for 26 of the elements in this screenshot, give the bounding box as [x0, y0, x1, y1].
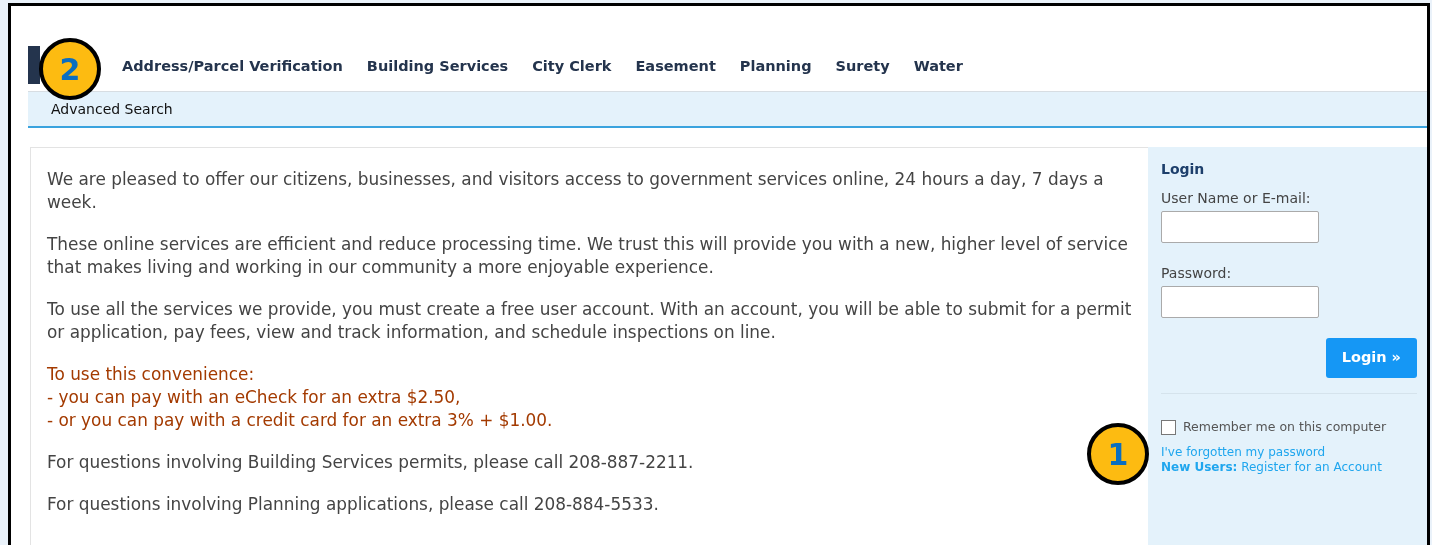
- paragraph: To use all the services we provide, you must create a free user account. With an account, you will be able to submit for a permit or application, pay fees, view and track information, and schedule inspections on line.: [47, 298, 1132, 344]
- input-field[interactable]: [1161, 211, 1319, 243]
- field-label: User Name or E-mail:: [1161, 189, 1312, 208]
- notice-line: - you can pay with an eCheck for an extra $2.50,: [47, 386, 462, 409]
- subnav-link[interactable]: Advanced Search: [51, 98, 173, 120]
- paragraph: These online services are efficient and reduce processing time. We trust this will provide you with a new, higher level of service that makes living and working in our community a more enjoyable experience.: [47, 233, 1129, 279]
- paragraph: We are pleased to offer our citizens, businesses, and visitors access to government services online, 24 hours a day, 7 days a week.: [47, 168, 1105, 214]
- nav-tab[interactable]: Water: [901, 55, 975, 78]
- nav-tab[interactable]: Building Services: [354, 55, 521, 78]
- notice-line: - or you can pay with a credit card for an extra 3% + $1.00.: [47, 409, 553, 432]
- nav-tab[interactable]: Address/Parcel Verification: [110, 55, 355, 78]
- callout-badge: 1: [1087, 423, 1149, 485]
- nav-tab[interactable]: Planning: [727, 55, 824, 78]
- paragraph: For questions involving Planning applications, please call 208-884-5533.: [47, 493, 659, 516]
- nav-tab[interactable]: City Clerk: [520, 55, 624, 78]
- login-heading: Login: [1161, 160, 1206, 179]
- callout-badge: 2: [39, 38, 101, 100]
- input-field[interactable]: [1161, 286, 1319, 318]
- checkbox[interactable]: [1161, 419, 1176, 435]
- field-label: Password:: [1161, 264, 1233, 283]
- paragraph: For questions involving Building Services permits, please call 208-887-2211.: [47, 451, 694, 474]
- nav-tab[interactable]: Easement: [623, 55, 728, 78]
- checkbox-label: Remember me on this computer: [1183, 417, 1387, 436]
- notice-line: To use this convenience:: [47, 363, 256, 386]
- home-tab[interactable]: [28, 46, 40, 84]
- nav-tab[interactable]: Surety: [823, 55, 902, 78]
